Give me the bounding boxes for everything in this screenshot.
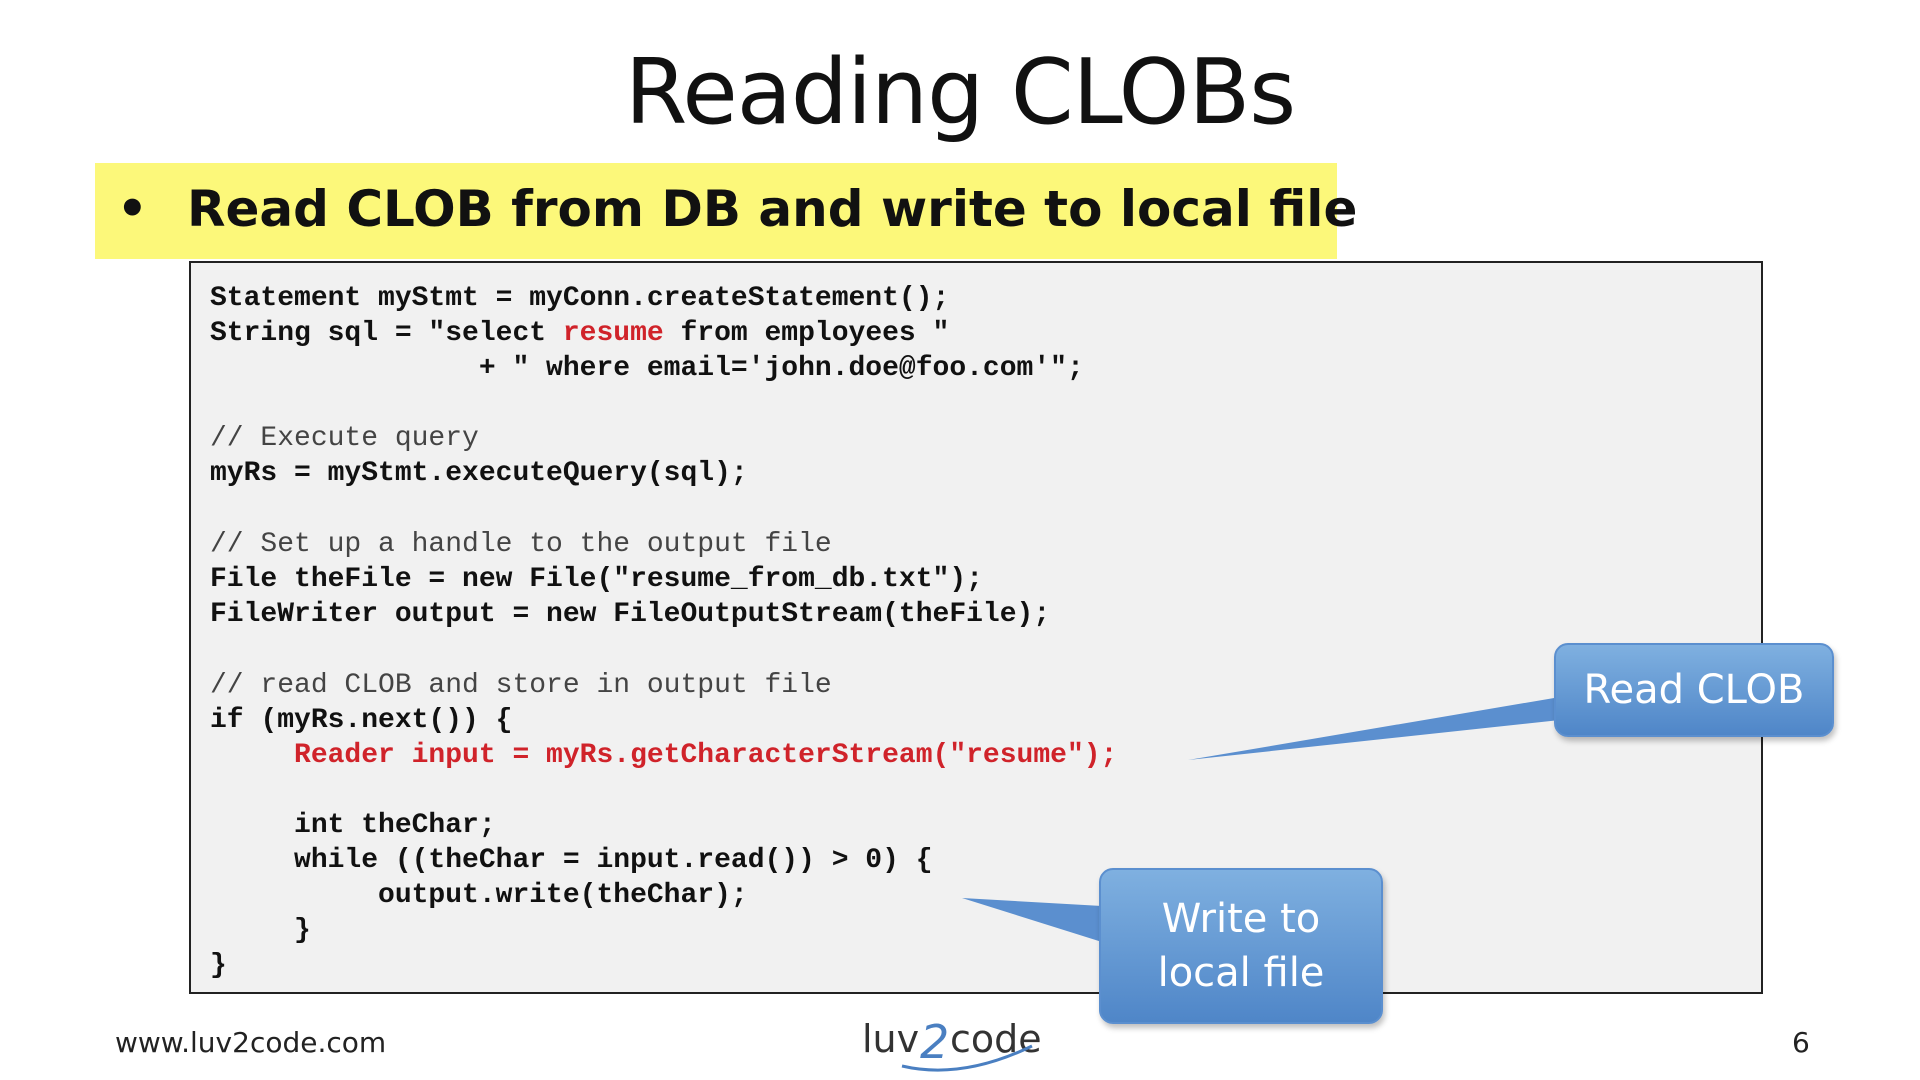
footer-url: www.luv2code.com <box>115 1026 387 1059</box>
bullet-point-icon: • <box>117 181 148 237</box>
code-comment: // Execute query <box>210 423 479 454</box>
code-line: } <box>210 950 227 981</box>
code-line: myRs = myStmt.executeQuery(sql); <box>210 458 748 489</box>
bullet-highlight: • Read CLOB from DB and write to local f… <box>95 163 1357 259</box>
code-block: Statement myStmt = myConn.createStatemen… <box>189 261 1763 994</box>
slide-title: Reading CLOBs <box>624 40 1296 145</box>
svg-text:code: code <box>950 1017 1042 1061</box>
code-line: int theChar; <box>210 810 496 841</box>
read-clob-label: Read CLOB <box>1583 667 1805 713</box>
bullet-text: Read CLOB from DB and write to local fil… <box>187 180 1358 238</box>
code-line: File theFile = new File("resume_from_db.… <box>210 564 983 595</box>
code-line: Statement myStmt = myConn.createStatemen… <box>210 283 950 314</box>
code-line: output.write(theChar); <box>210 880 748 911</box>
code-line: + " where email='john.doe@foo.com'"; <box>210 353 1084 384</box>
write-file-label-line1: Write to <box>1161 896 1321 942</box>
luv2code-logo: luv 2 code <box>862 1015 1042 1072</box>
code-line: if (myRs.next()) { <box>210 705 513 736</box>
code-text: String sql = "select <box>210 318 563 349</box>
read-clob-callout: Read CLOB <box>1554 643 1834 737</box>
code-line: while ((theChar = input.read()) > 0) { <box>210 845 933 876</box>
code-comment: // Set up a handle to the output file <box>210 529 832 560</box>
code-highlight-line: Reader input = myRs.getCharacterStream("… <box>210 740 1118 771</box>
code-text: from employees " <box>663 318 950 349</box>
code-comment: // read CLOB and store in output file <box>210 670 832 701</box>
svg-text:2: 2 <box>920 1015 949 1069</box>
code-line: FileWriter output = new FileOutputStream… <box>210 599 1051 630</box>
code-line: String sql = "select resume from employe… <box>210 318 949 350</box>
svg-text:luv: luv <box>862 1017 919 1061</box>
write-file-label-line2: local file <box>1157 950 1325 996</box>
code-highlight: resume <box>562 318 664 349</box>
page-number: 6 <box>1792 1026 1810 1059</box>
code-line: } <box>210 915 311 946</box>
write-file-callout: Write to local file <box>1099 868 1383 1024</box>
